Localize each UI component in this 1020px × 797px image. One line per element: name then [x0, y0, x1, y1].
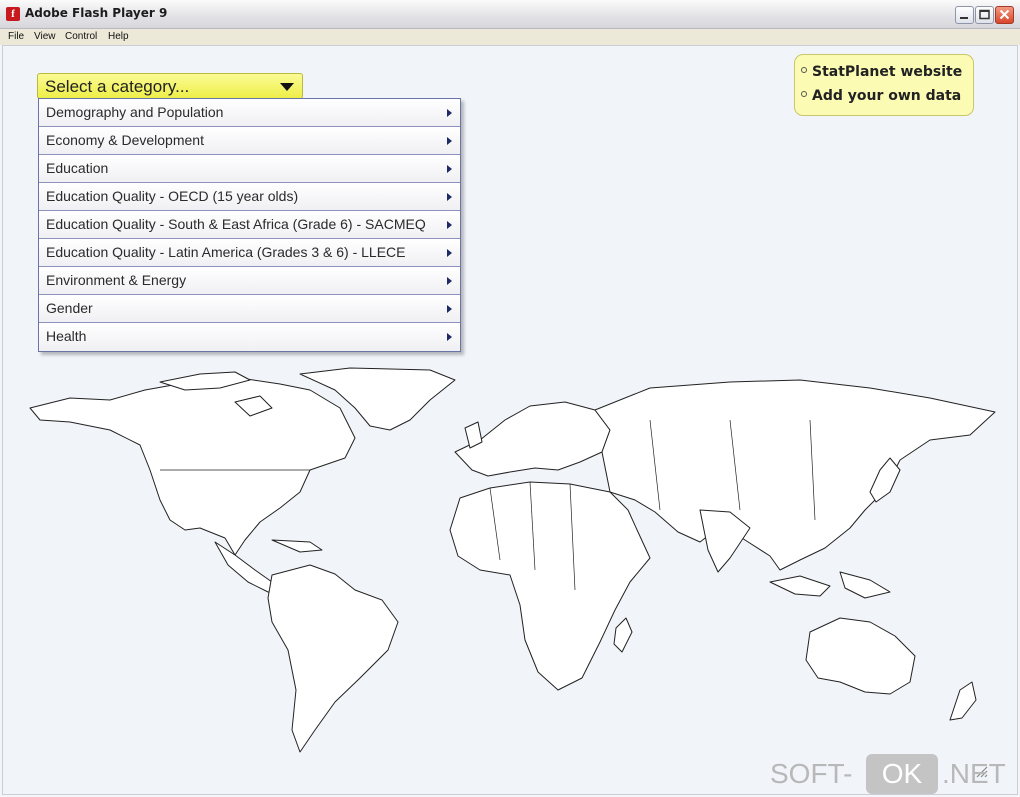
link-label: Add your own data	[812, 88, 962, 104]
category-item-label: Gender	[46, 300, 93, 316]
menu-view[interactable]: View	[34, 31, 56, 42]
submenu-arrow-icon	[447, 193, 452, 201]
add-your-own-data-link[interactable]: Add your own data	[801, 88, 961, 104]
watermark-part3: .NET	[942, 758, 1006, 789]
category-item-label: Economy & Development	[46, 132, 204, 148]
category-select-label: Select a category...	[45, 77, 190, 96]
link-label: StatPlanet website	[812, 64, 963, 80]
watermark-part2: OK	[866, 754, 938, 794]
statplanet-website-link[interactable]: StatPlanet website	[801, 64, 962, 80]
category-item-label: Education Quality - OECD (15 year olds)	[46, 188, 299, 204]
submenu-arrow-icon	[447, 333, 452, 341]
submenu-arrow-icon	[447, 165, 452, 173]
north-america-region	[29, 377, 356, 556]
chevron-down-icon	[280, 83, 294, 91]
maximize-icon	[979, 9, 990, 20]
submenu-arrow-icon	[447, 137, 452, 145]
category-item-health[interactable]: Health	[39, 323, 460, 351]
category-dropdown: Demography and Population Economy & Deve…	[38, 98, 461, 352]
menu-bar: File View Control Help	[0, 29, 1020, 45]
world-map[interactable]	[10, 360, 1010, 760]
category-item-label: Environment & Energy	[46, 272, 187, 288]
menu-control[interactable]: Control	[65, 31, 97, 42]
minimize-icon	[960, 17, 968, 19]
category-item-label: Education	[46, 160, 109, 176]
minimize-button[interactable]	[955, 6, 974, 24]
category-item-label: Education Quality - Latin America (Grade…	[46, 244, 406, 260]
category-item-education-sacmeq[interactable]: Education Quality - South & East Africa …	[39, 211, 460, 239]
bullet-icon	[801, 91, 807, 97]
submenu-arrow-icon	[447, 305, 452, 313]
links-panel: StatPlanet website Add your own data	[794, 54, 974, 116]
asia-region	[594, 379, 996, 571]
category-item-demography[interactable]: Demography and Population	[39, 99, 460, 127]
menu-help[interactable]: Help	[108, 31, 129, 42]
submenu-arrow-icon	[447, 109, 452, 117]
category-select[interactable]: Select a category...	[37, 73, 303, 99]
category-item-education[interactable]: Education	[39, 155, 460, 183]
south-america-region	[267, 564, 399, 753]
category-item-environment[interactable]: Environment & Energy	[39, 267, 460, 295]
submenu-arrow-icon	[447, 249, 452, 257]
maximize-button[interactable]	[975, 6, 994, 24]
category-item-education-oecd[interactable]: Education Quality - OECD (15 year olds)	[39, 183, 460, 211]
close-icon	[999, 9, 1010, 20]
africa-region	[449, 481, 651, 691]
category-item-gender[interactable]: Gender	[39, 295, 460, 323]
bullet-icon	[801, 67, 807, 73]
submenu-arrow-icon	[447, 277, 452, 285]
title-bar: f Adobe Flash Player 9	[0, 0, 1020, 29]
close-button[interactable]	[995, 6, 1014, 24]
category-item-label: Education Quality - South & East Africa …	[46, 216, 426, 232]
category-item-label: Demography and Population	[46, 104, 224, 120]
australia-region	[805, 617, 916, 695]
window-title: Adobe Flash Player 9	[25, 6, 168, 20]
flash-player-icon: f	[6, 7, 20, 21]
category-item-education-llece[interactable]: Education Quality - Latin America (Grade…	[39, 239, 460, 267]
watermark-part1: SOFT-	[770, 758, 853, 789]
submenu-arrow-icon	[447, 221, 452, 229]
menu-file[interactable]: File	[8, 31, 24, 42]
category-item-economy[interactable]: Economy & Development	[39, 127, 460, 155]
category-item-label: Health	[46, 328, 87, 344]
